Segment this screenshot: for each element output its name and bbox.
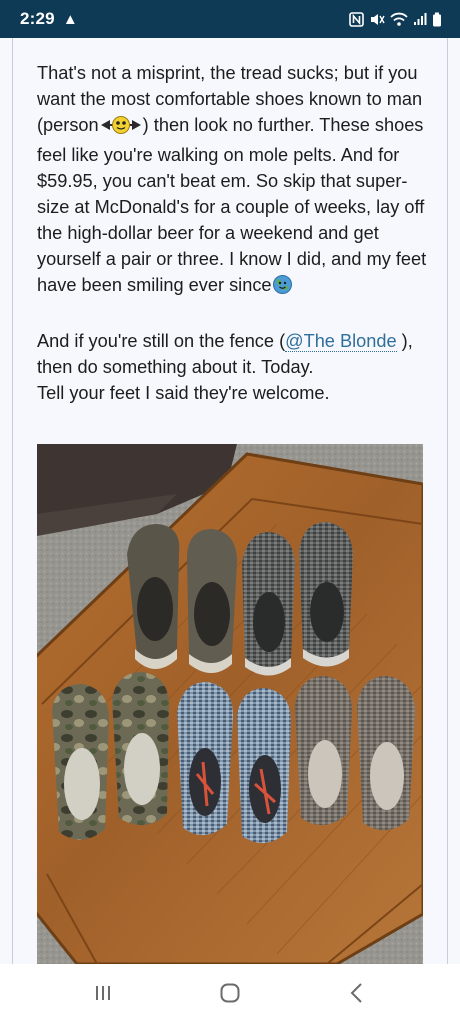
nfc-icon bbox=[349, 11, 364, 27]
recent-apps-icon bbox=[96, 986, 111, 1000]
shoes-photo-art bbox=[37, 444, 423, 964]
signal-icon bbox=[413, 12, 427, 26]
battery-icon bbox=[432, 12, 442, 27]
recent-apps-button[interactable] bbox=[83, 973, 123, 1013]
shoes-photo[interactable] bbox=[37, 444, 423, 964]
system-nav-bar bbox=[0, 964, 460, 1022]
back-button[interactable] bbox=[337, 973, 377, 1013]
post-scroll-area[interactable]: That's not a misprint, the tread sucks; … bbox=[0, 38, 460, 964]
earth-emoji-icon bbox=[272, 274, 293, 302]
alert-icon: ▲ bbox=[62, 10, 78, 28]
post-body: That's not a misprint, the tread sucks; … bbox=[37, 60, 432, 406]
status-icons bbox=[349, 11, 442, 27]
home-icon bbox=[220, 983, 240, 1003]
status-bar: 2:29 ▲ bbox=[0, 0, 460, 38]
post-paragraph-2: And if you're still on the fence (@The B… bbox=[37, 331, 413, 377]
mute-icon bbox=[369, 12, 385, 27]
post-paragraph-3: Tell your feet I said they're welcome. bbox=[37, 383, 330, 403]
candy-emoji-icon bbox=[99, 115, 143, 142]
mention-link[interactable]: @The Blonde bbox=[285, 331, 397, 352]
post-paragraph-1: That's not a misprint, the tread sucks; … bbox=[37, 60, 432, 302]
wifi-icon bbox=[390, 12, 408, 27]
status-time: 2:29 bbox=[20, 9, 55, 28]
back-icon bbox=[350, 983, 362, 1003]
home-button[interactable] bbox=[210, 973, 250, 1013]
